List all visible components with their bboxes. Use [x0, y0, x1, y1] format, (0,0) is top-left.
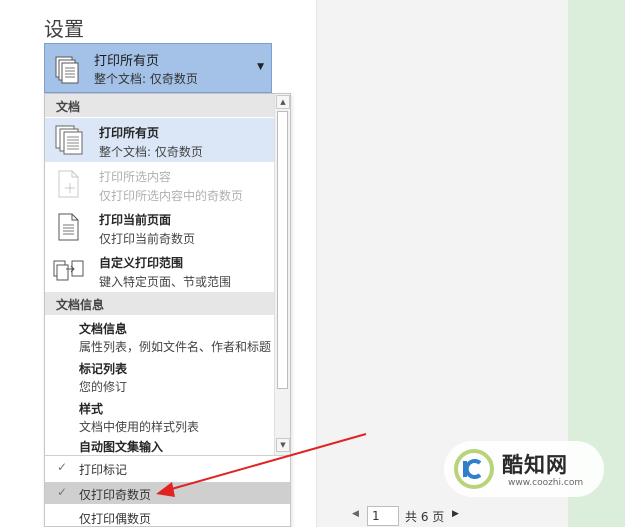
watermark: 酷知网 www.coozhi.com [444, 441, 604, 497]
total-pages-label: 共 6 页 [405, 510, 445, 524]
watermark-url: www.coozhi.com [508, 478, 584, 488]
page-number-input[interactable]: 1 [367, 506, 399, 526]
watermark-brand: 酷知网 [502, 453, 568, 477]
coozhi-logo-icon [452, 447, 496, 495]
prev-page-icon[interactable]: ◀ [352, 509, 359, 519]
next-page-icon[interactable]: ▶ [452, 509, 459, 519]
